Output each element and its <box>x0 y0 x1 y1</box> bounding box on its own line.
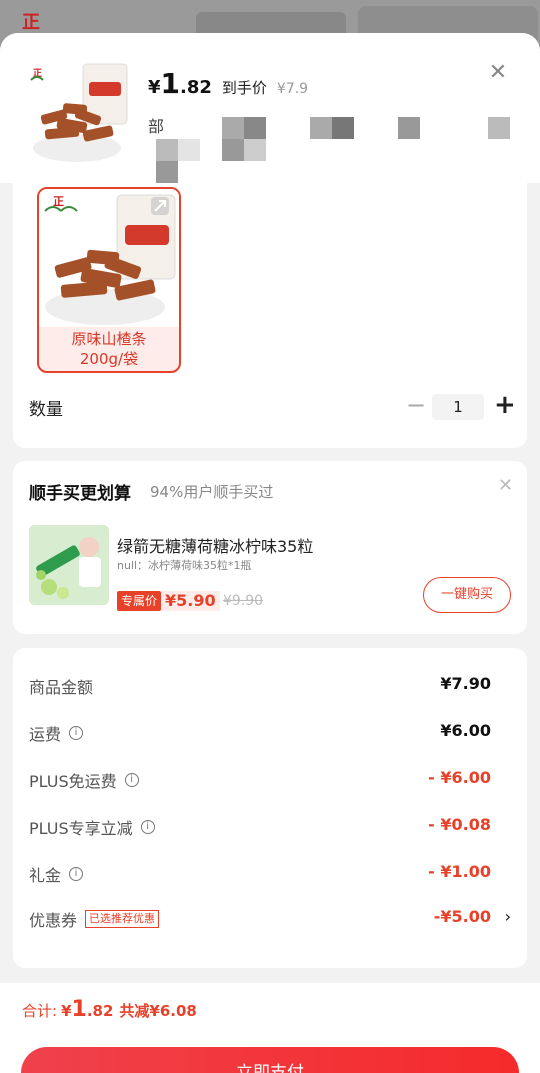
info-icon[interactable]: i <box>69 726 84 740</box>
variant-image: 正 <box>39 189 179 327</box>
total-decimal: .82 <box>86 1002 114 1020</box>
price-integer: 1 <box>160 67 181 100</box>
info-icon[interactable]: i <box>124 773 139 787</box>
total-summary: 合计: ¥ 1 .82 共减¥6.08 <box>22 997 197 1022</box>
brand-logo: 正 <box>22 12 40 33</box>
row-value: - ¥6.00 <box>428 768 491 787</box>
purchase-sheet: 正 ¥ 1 .82 到手价 ¥7.9 ✕ 部 正 原味山楂条 200g/袋 数量… <box>0 33 540 1073</box>
variant-label: 原味山楂条 200g/袋 <box>39 329 179 369</box>
product-image: 正 <box>27 60 131 164</box>
row-label: PLUS专享立减 i <box>29 815 155 839</box>
sheet-header: 正 ¥ 1 .82 到手价 ¥7.9 ✕ 部 <box>0 33 540 183</box>
chevron-right-icon[interactable]: › <box>505 907 511 926</box>
addon-image <box>29 525 109 605</box>
row-label: 运费 i <box>29 721 84 745</box>
row-value: - ¥1.00 <box>428 862 491 881</box>
close-icon[interactable]: ✕ <box>498 475 513 496</box>
addon-price: ¥5.90 <box>161 591 220 611</box>
info-icon[interactable]: i <box>140 820 155 834</box>
row-gift-money: 礼金 i - ¥1.00 <box>29 858 511 888</box>
original-price: ¥7.9 <box>276 81 309 97</box>
row-label: PLUS免运费 i <box>29 768 139 792</box>
row-shipping: 运费 i ¥6.00 <box>29 717 511 747</box>
variant-name: 原味山楂条 <box>71 330 147 348</box>
addon-section: 顺手买更划算 94%用户顺手买过 ✕ 绿箭无糖薄荷糖冰柠味35粒 null：冰柠… <box>13 461 527 634</box>
row-plus-discount: PLUS专享立减 i - ¥0.08 <box>29 811 511 841</box>
price-breakdown: 商品金额 ¥7.90 运费 i ¥6.00 PLUS免运费 i - ¥6.00 PL… <box>13 648 527 968</box>
row-label: 优惠券 已选推荐优惠 <box>29 907 160 931</box>
addon-product-image[interactable] <box>29 525 109 605</box>
row-value: -¥5.00 <box>433 907 491 926</box>
price-summary: ¥ 1 .82 到手价 ¥7.9 <box>148 67 308 100</box>
addon-title: 顺手买更划算 <box>29 484 131 504</box>
row-label: 礼金 i <box>29 862 84 886</box>
total-label: 合计: <box>22 1002 58 1020</box>
plus-icon[interactable]: + <box>494 391 516 419</box>
total-reduction: 共减¥6.08 <box>119 1002 197 1020</box>
variant-option-selected[interactable]: 正 原味山楂条 200g/袋 <box>37 187 181 373</box>
addon-product-spec: null：冰柠薄荷味35粒*1瓶 <box>117 559 252 572</box>
row-goods-amount: 商品金额 ¥7.90 <box>29 670 511 700</box>
variant-weight: 200g/袋 <box>79 350 139 368</box>
close-icon[interactable]: ✕ <box>486 61 510 85</box>
quantity-input[interactable]: 1 <box>432 394 484 420</box>
addon-original-price: ¥9.90 <box>223 593 264 609</box>
row-value: - ¥0.08 <box>428 815 491 834</box>
row-coupon[interactable]: 优惠券 已选推荐优惠 -¥5.00 › <box>29 903 511 933</box>
price-decimal: .82 <box>180 77 212 98</box>
checkout-footer: 合计: ¥ 1 .82 共减¥6.08 立即支付 <box>0 983 540 1073</box>
addon-product-name[interactable]: 绿箭无糖薄荷糖冰柠味35粒 <box>117 533 313 557</box>
currency-symbol: ¥ <box>148 77 161 98</box>
row-value: ¥7.90 <box>440 674 491 693</box>
row-label: 商品金额 <box>29 678 94 697</box>
row-plus-free-shipping: PLUS免运费 i - ¥6.00 <box>29 764 511 794</box>
one-click-buy-button[interactable]: 一键购买 <box>423 577 511 613</box>
total-integer: 1 <box>71 997 87 1022</box>
price-label: 到手价 <box>221 79 267 97</box>
minus-icon[interactable]: − <box>406 393 426 417</box>
addon-subtitle: 94%用户顺手买过 <box>150 483 274 501</box>
variant-section: 正 原味山楂条 200g/袋 数量 − 1 + <box>13 183 527 448</box>
info-icon[interactable]: i <box>69 867 84 881</box>
quantity-label: 数量 <box>29 400 63 420</box>
product-thumbnail[interactable]: 正 <box>27 60 131 164</box>
exclusive-price-badge: 专属价 <box>117 591 162 611</box>
product-title-partial: 部 <box>148 117 165 136</box>
row-value: ¥6.00 <box>440 721 491 740</box>
svg-text:正: 正 <box>53 195 64 208</box>
coupon-tag: 已选推荐优惠 <box>85 910 160 928</box>
pay-now-button[interactable]: 立即支付 <box>21 1047 519 1073</box>
total-currency: ¥ <box>61 1002 72 1020</box>
